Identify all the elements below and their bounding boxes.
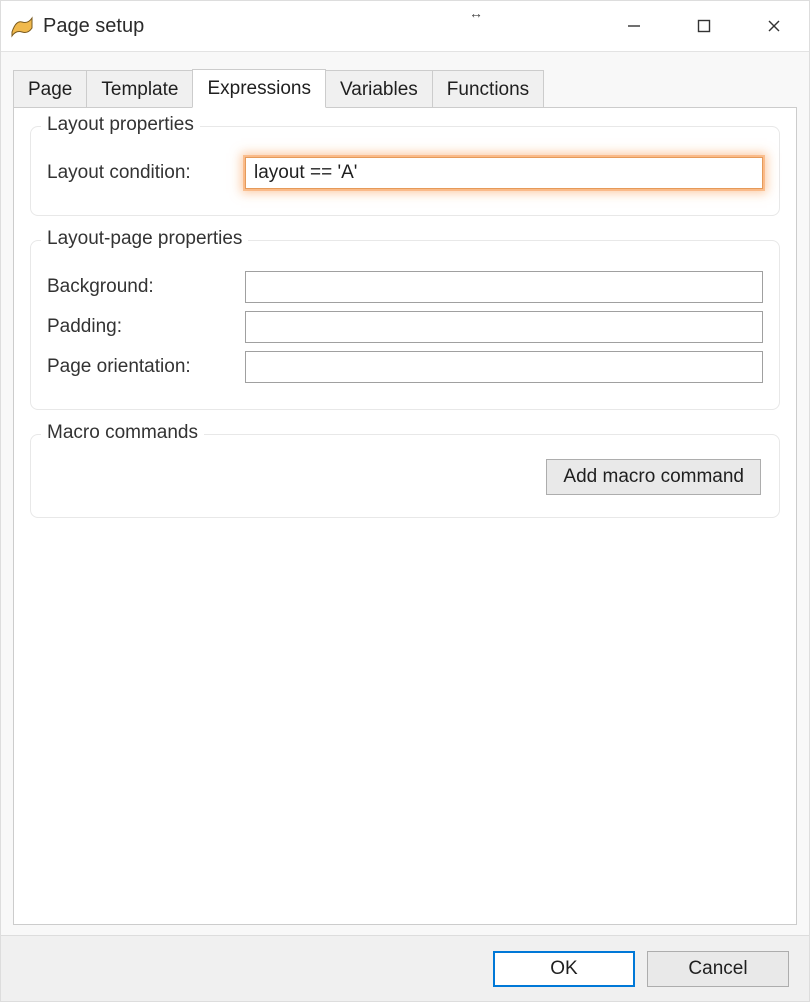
input-layout-condition[interactable]: [245, 157, 763, 189]
row-layout-condition: Layout condition:: [47, 157, 763, 189]
client-area: Page Template Expressions Variables Func…: [13, 63, 797, 925]
tab-panel-expressions: Layout properties Layout condition: Layo…: [13, 107, 797, 925]
tab-expressions[interactable]: Expressions: [192, 69, 326, 108]
tab-variables[interactable]: Variables: [325, 70, 433, 108]
add-macro-command-button[interactable]: Add macro command: [546, 459, 761, 495]
group-legend: Macro commands: [41, 422, 204, 444]
window-title: Page setup: [43, 15, 144, 38]
minimize-button[interactable]: [599, 1, 669, 51]
group-layout-properties: Layout properties Layout condition:: [30, 126, 780, 216]
tab-page[interactable]: Page: [13, 70, 87, 108]
button-bar: OK Cancel: [1, 935, 809, 1001]
group-legend: Layout properties: [41, 114, 200, 136]
input-background[interactable]: [245, 271, 763, 303]
label-layout-condition: Layout condition:: [47, 162, 245, 184]
page-setup-dialog: ↔ Page setup Page: [0, 0, 810, 1002]
label-page-orientation: Page orientation:: [47, 356, 245, 378]
input-page-orientation[interactable]: [245, 351, 763, 383]
tabstrip: Page Template Expressions Variables Func…: [13, 63, 797, 107]
tab-template[interactable]: Template: [86, 70, 193, 108]
cancel-button[interactable]: Cancel: [647, 951, 789, 987]
app-icon: [1, 1, 43, 51]
close-button[interactable]: [739, 1, 809, 51]
row-page-orientation: Page orientation:: [47, 351, 763, 383]
label-padding: Padding:: [47, 316, 245, 338]
group-legend: Layout-page properties: [41, 228, 248, 250]
maximize-button[interactable]: [669, 1, 739, 51]
group-macro-commands: Macro commands Add macro command: [30, 434, 780, 518]
tab-functions[interactable]: Functions: [432, 70, 544, 108]
titlebar: Page setup: [1, 1, 809, 52]
group-layout-page-properties: Layout-page properties Background: Paddi…: [30, 240, 780, 410]
label-background: Background:: [47, 276, 245, 298]
ok-button[interactable]: OK: [493, 951, 635, 987]
input-padding[interactable]: [245, 311, 763, 343]
row-background: Background:: [47, 271, 763, 303]
row-padding: Padding:: [47, 311, 763, 343]
